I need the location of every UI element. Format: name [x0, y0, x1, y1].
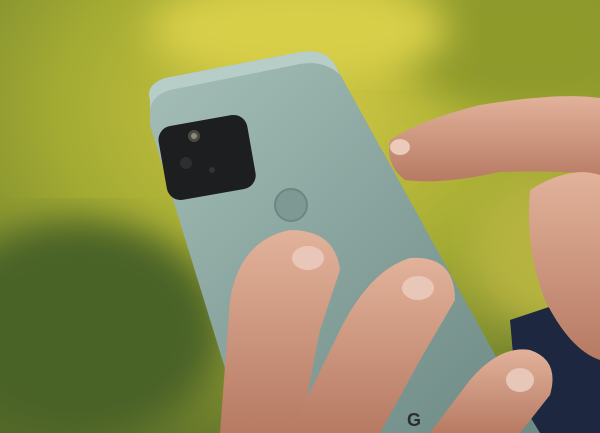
photo: G	[0, 0, 600, 433]
camera-sensor-icon	[209, 167, 215, 173]
fingernail	[506, 368, 534, 392]
fingernail	[292, 246, 324, 270]
fingernail	[402, 276, 434, 300]
google-logo: G	[407, 410, 421, 430]
camera-module	[158, 114, 256, 201]
photo-scene: G	[0, 0, 600, 433]
fingernail	[390, 139, 410, 155]
fingerprint-sensor-icon	[274, 188, 308, 222]
camera-lens-icon	[180, 157, 192, 169]
